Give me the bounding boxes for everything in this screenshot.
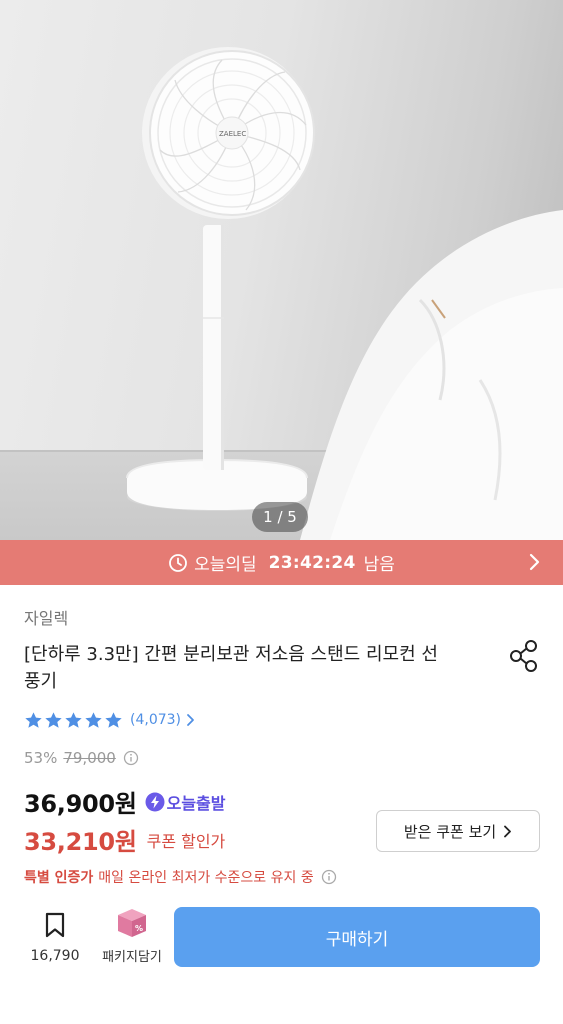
image-counter: 1 / 5 xyxy=(252,502,308,532)
add-to-package-button[interactable]: % 패키지담기 xyxy=(95,908,169,970)
certified-price-text: 매일 온라인 최저가 수준으로 유지 중 xyxy=(98,870,314,886)
lightning-icon xyxy=(145,792,165,811)
chevron-right-icon xyxy=(187,714,194,726)
share-icon[interactable] xyxy=(508,638,540,674)
certified-price-row: 특별 인증가 매일 온라인 최저가 수준으로 유지 중 xyxy=(24,867,337,887)
product-title: [단하루 3.3만] 간편 분리보관 저소음 스탠드 리모컨 선풍기 xyxy=(24,644,438,692)
svg-text:%: % xyxy=(135,924,143,933)
deal-label: 오늘의딜 xyxy=(194,555,257,575)
todays-deal-bar[interactable]: 오늘의딜 23:42:24 남음 xyxy=(0,540,563,585)
original-price-row: 53% 79,000 xyxy=(24,749,139,767)
coupon-price-label: 쿠폰 할인가 xyxy=(146,831,226,851)
wishlist-button[interactable]: 16,790 xyxy=(22,910,88,970)
view-coupons-button[interactable]: 받은 쿠폰 보기 xyxy=(376,810,540,852)
package-icon: % xyxy=(118,909,146,937)
deal-countdown: 23:42:24 xyxy=(268,552,356,573)
coupon-price: 33,210원 xyxy=(24,828,137,856)
today-badge-label: 오늘출발 xyxy=(166,793,226,813)
bookmark-icon xyxy=(45,912,65,938)
star-icon xyxy=(45,711,62,728)
star-icon xyxy=(25,711,42,728)
purchase-bar: 16,790 % 패키지담기 구매하기 xyxy=(0,896,563,1024)
original-price: 79,000 xyxy=(63,749,116,767)
certified-price-title: 특별 인증가 xyxy=(24,870,94,886)
price-row: 36,900원 오늘출발 xyxy=(24,784,225,819)
star-icon xyxy=(85,711,102,728)
wishlist-count: 16,790 xyxy=(30,948,80,964)
clock-icon xyxy=(169,553,187,572)
rating-row[interactable]: (4,073) xyxy=(24,709,195,731)
review-count: (4,073) xyxy=(130,712,182,728)
product-image-gallery[interactable]: ZAELEC 1 / 5 xyxy=(0,0,563,540)
package-label: 패키지담기 xyxy=(102,950,162,965)
star-rating xyxy=(24,711,124,730)
svg-text:ZAELEC: ZAELEC xyxy=(219,130,246,138)
view-coupons-label: 받은 쿠폰 보기 xyxy=(403,822,497,841)
coupon-price-row: 33,210원 쿠폰 할인가 xyxy=(24,822,225,857)
discount-rate: 53% xyxy=(24,749,58,767)
info-icon[interactable] xyxy=(123,750,139,766)
chevron-right-icon xyxy=(529,553,540,571)
sale-price: 36,900원 xyxy=(24,790,137,818)
product-photo-fan: ZAELEC xyxy=(126,47,563,540)
buy-button[interactable]: 구매하기 xyxy=(174,907,540,967)
deal-suffix: 남음 xyxy=(363,555,395,575)
brand-link[interactable]: 자일렉 xyxy=(24,605,68,629)
star-icon xyxy=(65,711,82,728)
chevron-right-icon xyxy=(504,825,512,837)
today-shipping-badge: 오늘출발 xyxy=(145,790,226,814)
star-icon xyxy=(105,711,122,728)
info-icon[interactable] xyxy=(321,869,337,885)
